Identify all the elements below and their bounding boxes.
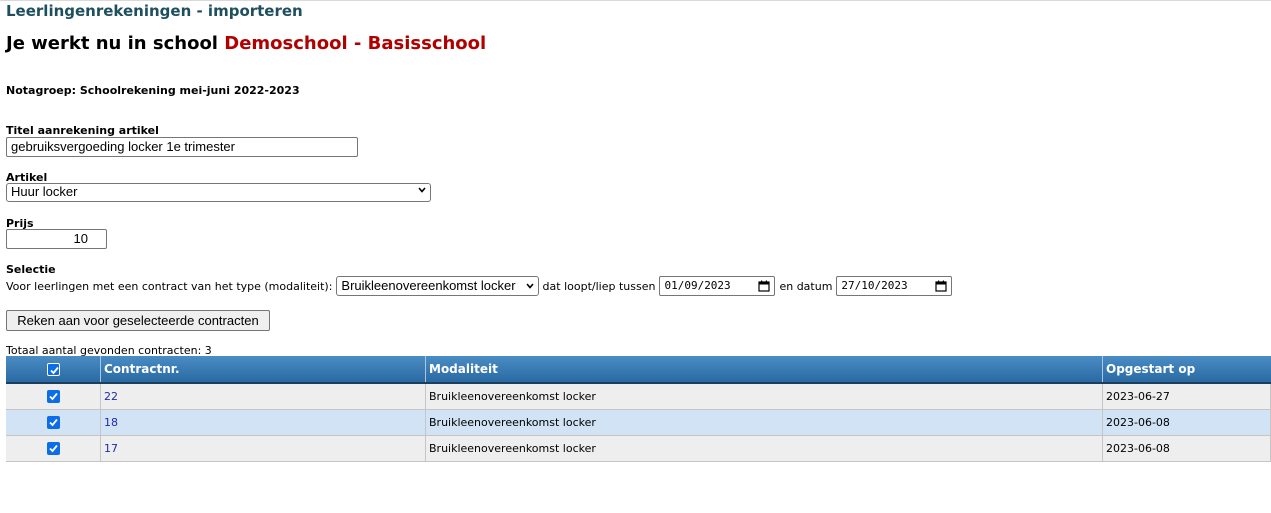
row-checkbox-cell (6, 435, 101, 462)
date-from-value: 01/09/2023 (664, 279, 731, 292)
selectie-text-1: Voor leerlingen met een contract van het… (6, 279, 333, 293)
opgestart-cell: 2023-06-27 (1102, 383, 1271, 410)
chevron-down-icon (525, 283, 534, 289)
check-icon (48, 419, 58, 427)
modaliteit-selected: Bruikleenovereenkomst locker (341, 278, 516, 293)
contract-nr-cell: 22 (100, 383, 426, 410)
page-title: Leerlingenrekeningen - importeren (6, 2, 303, 20)
date-to-input[interactable]: 27/10/2023 (836, 276, 953, 296)
select-all-checkbox[interactable] (46, 363, 60, 376)
calendar-icon[interactable] (935, 280, 948, 292)
selectie-text-3: en datum (779, 279, 833, 293)
selectie-row: Voor leerlingen met een contract van het… (6, 276, 956, 296)
school-name: Demoschool - Basisschool (224, 33, 487, 54)
table-header-row: Contractnr. Modaliteit Opgestart op (6, 356, 1271, 384)
row-checkbox-cell (6, 409, 101, 436)
titel-input[interactable]: gebruiksvergoeding locker 1e trimester (6, 137, 358, 157)
table-row: 22 Bruikleenovereenkomst locker 2023-06-… (6, 383, 1271, 410)
school-prefix: Je werkt nu in school (6, 33, 218, 54)
contract-link[interactable]: 22 (104, 390, 118, 403)
calendar-icon[interactable] (758, 280, 771, 292)
artikel-selected: Huur locker (11, 184, 78, 199)
check-icon (48, 393, 58, 401)
header-opgestart[interactable]: Opgestart op (1102, 356, 1271, 384)
modaliteit-cell: Bruikleenovereenkomst locker (425, 383, 1103, 410)
date-from-input[interactable]: 01/09/2023 (659, 276, 776, 296)
opgestart-cell: 2023-06-08 (1102, 409, 1271, 436)
check-icon (49, 366, 59, 375)
page: Leerlingenrekeningen - importeren Je wer… (0, 0, 1271, 513)
check-icon (48, 445, 58, 453)
header-modaliteit[interactable]: Modaliteit (425, 356, 1103, 384)
row-checkbox[interactable] (46, 390, 60, 404)
contracts-table: Contractnr. Modaliteit Opgestart op 22 B… (6, 356, 1271, 462)
chevron-down-icon (418, 187, 426, 193)
header-contractnr[interactable]: Contractnr. (100, 356, 426, 384)
modaliteit-cell: Bruikleenovereenkomst locker (425, 435, 1103, 462)
date-to-value: 27/10/2023 (841, 279, 908, 292)
reken-aan-button[interactable]: Reken aan voor geselecteerde contracten (6, 310, 270, 331)
table-row: 17 Bruikleenovereenkomst locker 2023-06-… (6, 435, 1271, 462)
contract-link[interactable]: 17 (104, 442, 118, 455)
contract-nr-cell: 18 (100, 409, 426, 436)
select-all-header (6, 356, 101, 384)
school-heading: Je werkt nu in school Demoschool - Basis… (6, 33, 486, 54)
titel-label: Titel aanrekening artikel (6, 124, 159, 137)
notagroep-label: Notagroep: Schoolrekening mei-juni 2022-… (6, 84, 300, 97)
table-row: 18 Bruikleenovereenkomst locker 2023-06-… (6, 409, 1271, 436)
row-checkbox-cell (6, 383, 101, 410)
modaliteit-select[interactable]: Bruikleenovereenkomst locker (336, 276, 539, 296)
row-checkbox[interactable] (46, 416, 60, 430)
prijs-input[interactable]: 10 (6, 229, 107, 249)
contract-nr-cell: 17 (100, 435, 426, 462)
selectie-text-2: dat loopt/liep tussen (542, 279, 656, 293)
selectie-label: Selectie (6, 263, 56, 276)
top-divider (0, 0, 1271, 1)
modaliteit-cell: Bruikleenovereenkomst locker (425, 409, 1103, 436)
row-checkbox[interactable] (46, 442, 60, 456)
contract-link[interactable]: 18 (104, 416, 118, 429)
opgestart-cell: 2023-06-08 (1102, 435, 1271, 462)
artikel-select[interactable]: Huur locker (6, 183, 431, 202)
